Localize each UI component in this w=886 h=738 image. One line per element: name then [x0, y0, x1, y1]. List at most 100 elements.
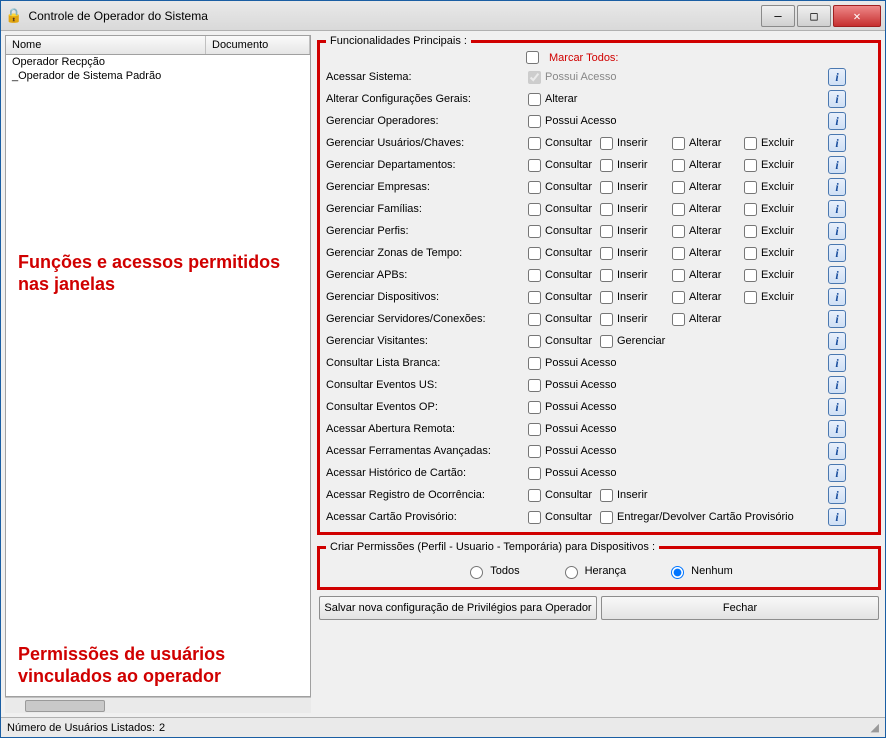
row-label: Acessar Histórico de Cartão: [326, 465, 526, 481]
check-alterar[interactable]: Alterar [672, 291, 742, 304]
info-icon[interactable]: i [828, 486, 846, 504]
info-icon[interactable]: i [828, 266, 846, 284]
check-excluir[interactable]: Excluir [744, 203, 814, 216]
statusbar: Número de Usuários Listados: 2 ◢ [1, 717, 885, 737]
check-inserir[interactable]: Inserir [600, 489, 814, 502]
fieldset-permissoes: Criar Permissões (Perfil - Usuario - Tem… [317, 541, 881, 590]
check-excluir[interactable]: Excluir [744, 269, 814, 282]
check-possui-acesso[interactable]: Possui Acesso [528, 423, 814, 436]
fieldset-funcionalidades-legend: Funcionalidades Principais : [326, 35, 471, 47]
check-consultar[interactable]: Consultar [528, 335, 598, 348]
info-icon[interactable]: i [828, 508, 846, 526]
info-icon[interactable]: i [828, 332, 846, 350]
info-icon[interactable]: i [828, 288, 846, 306]
info-icon[interactable]: i [828, 112, 846, 130]
check-consultar[interactable]: Consultar [528, 181, 598, 194]
check-alterar[interactable]: Alterar [672, 203, 742, 216]
info-icon[interactable]: i [828, 244, 846, 262]
info-icon[interactable]: i [828, 376, 846, 394]
check-possui-acesso[interactable]: Possui Acesso [528, 357, 814, 370]
list-item[interactable]: _Operador de Sistema Padrão [6, 69, 310, 83]
check-excluir[interactable]: Excluir [744, 291, 814, 304]
check-gerenciar[interactable]: Gerenciar [600, 335, 814, 348]
row-label: Acessar Registro de Ocorrência: [326, 487, 526, 503]
info-icon[interactable]: i [828, 178, 846, 196]
info-icon[interactable]: i [828, 200, 846, 218]
check-possui-acesso[interactable]: Possui Acesso [528, 115, 814, 128]
row-label: Acessar Ferramentas Avançadas: [326, 443, 526, 459]
info-icon[interactable]: i [828, 398, 846, 416]
check-alterar[interactable]: Alterar [672, 225, 742, 238]
info-icon[interactable]: i [828, 354, 846, 372]
close-button[interactable]: ✕ [833, 5, 881, 27]
check-entregar-cartao[interactable]: Entregar/Devolver Cartão Provisório [600, 511, 814, 524]
check-consultar[interactable]: Consultar [528, 511, 598, 524]
check-consultar[interactable]: Consultar [528, 203, 598, 216]
row-label: Consultar Eventos US: [326, 377, 526, 393]
check-consultar[interactable]: Consultar [528, 159, 598, 172]
check-alterar[interactable]: Alterar [672, 247, 742, 260]
status-label: Número de Usuários Listados: [7, 722, 155, 734]
check-alterar[interactable]: Alterar [672, 181, 742, 194]
check-possui-acesso[interactable]: Possui Acesso [528, 379, 814, 392]
info-icon[interactable]: i [828, 420, 846, 438]
check-consultar[interactable]: Consultar [528, 225, 598, 238]
info-icon[interactable]: i [828, 222, 846, 240]
check-consultar[interactable]: Consultar [528, 291, 598, 304]
check-inserir[interactable]: Inserir [600, 291, 670, 304]
check-inserir[interactable]: Inserir [600, 313, 670, 326]
check-alterar[interactable]: Alterar [528, 93, 814, 106]
info-icon[interactable]: i [828, 68, 846, 86]
list-item[interactable]: Operador Recpção [6, 55, 310, 69]
info-icon[interactable]: i [828, 442, 846, 460]
check-consultar[interactable]: Consultar [528, 137, 598, 150]
check-inserir[interactable]: Inserir [600, 137, 670, 150]
check-excluir[interactable]: Excluir [744, 137, 814, 150]
operator-list[interactable]: Operador Recpção _Operador de Sistema Pa… [5, 55, 311, 697]
check-alterar[interactable]: Alterar [672, 159, 742, 172]
info-icon[interactable]: i [828, 310, 846, 328]
info-icon[interactable]: i [828, 156, 846, 174]
check-inserir[interactable]: Inserir [600, 159, 670, 172]
radio-todos[interactable]: Todos [465, 563, 519, 579]
check-consultar[interactable]: Consultar [528, 247, 598, 260]
titlebar: 🔒 Controle de Operador do Sistema — □ ✕ [1, 1, 885, 31]
info-icon[interactable]: i [828, 90, 846, 108]
check-alterar[interactable]: Alterar [672, 269, 742, 282]
info-icon[interactable]: i [828, 134, 846, 152]
check-consultar[interactable]: Consultar [528, 313, 598, 326]
radio-nenhum[interactable]: Nenhum [666, 563, 733, 579]
horizontal-scrollbar[interactable] [5, 697, 311, 713]
status-count: 2 [159, 722, 165, 734]
minimize-button[interactable]: — [761, 5, 795, 27]
check-alterar[interactable]: Alterar [672, 313, 742, 326]
check-possui-acesso[interactable]: Possui Acesso [528, 445, 814, 458]
annotation-upper: Funções e acessos permitidos nas janelas [18, 251, 298, 295]
maximize-button[interactable]: □ [797, 5, 831, 27]
check-possui-acesso[interactable]: Possui Acesso [528, 467, 814, 480]
check-alterar[interactable]: Alterar [672, 137, 742, 150]
check-excluir[interactable]: Excluir [744, 225, 814, 238]
check-possui-acesso[interactable]: Possui Acesso [528, 401, 814, 414]
info-icon[interactable]: i [828, 464, 846, 482]
right-pane: Funcionalidades Principais : Marcar Todo… [317, 35, 881, 713]
check-inserir[interactable]: Inserir [600, 269, 670, 282]
check-inserir[interactable]: Inserir [600, 203, 670, 216]
check-inserir[interactable]: Inserir [600, 181, 670, 194]
check-excluir[interactable]: Excluir [744, 159, 814, 172]
col-header-nome[interactable]: Nome [6, 36, 206, 54]
close-dialog-button[interactable]: Fechar [601, 596, 879, 620]
check-excluir[interactable]: Excluir [744, 181, 814, 194]
check-excluir[interactable]: Excluir [744, 247, 814, 260]
row-label: Gerenciar Departamentos: [326, 157, 526, 173]
col-header-documento[interactable]: Documento [206, 36, 310, 54]
save-button[interactable]: Salvar nova configuração de Privilégios … [319, 596, 597, 620]
check-marcar-todos[interactable]: Marcar Todos: [526, 51, 619, 64]
check-consultar[interactable]: Consultar [528, 489, 598, 502]
check-consultar[interactable]: Consultar [528, 269, 598, 282]
row-label: Acessar Sistema: [326, 69, 526, 85]
resize-grip-icon[interactable]: ◢ [871, 721, 879, 734]
radio-heranca[interactable]: Herança [560, 563, 627, 579]
check-inserir[interactable]: Inserir [600, 247, 670, 260]
check-inserir[interactable]: Inserir [600, 225, 670, 238]
